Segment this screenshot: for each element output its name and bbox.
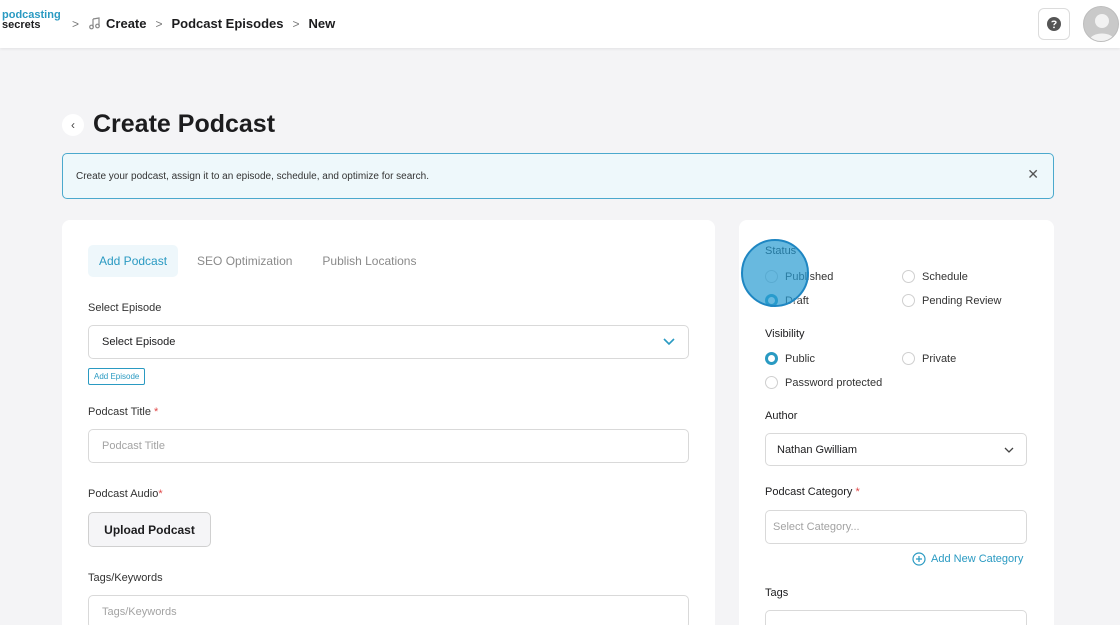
breadcrumb-podcast-episodes[interactable]: Podcast Episodes: [172, 16, 284, 31]
page-title: Create Podcast: [93, 110, 276, 138]
required-mark: *: [154, 406, 159, 418]
visibility-option-label: Password protected: [785, 376, 883, 389]
publish-settings-card: Status Published Schedule Draft Pending …: [739, 220, 1054, 625]
tags-keywords-label: Tags/Keywords: [88, 572, 163, 584]
radio-selected-icon: [765, 352, 778, 365]
required-mark: *: [855, 486, 860, 498]
radio-icon: [902, 352, 915, 365]
visibility-radio-private[interactable]: Private: [902, 352, 956, 365]
music-note-icon: [88, 17, 101, 30]
status-label: Status: [765, 245, 797, 257]
podcast-title-input[interactable]: Podcast Title: [88, 429, 689, 463]
tags-label: Tags: [765, 587, 789, 599]
visibility-label: Visibility: [765, 328, 805, 340]
chevron-right-icon: >: [72, 16, 80, 31]
close-icon[interactable]: ✕: [1027, 166, 1039, 183]
category-select-input[interactable]: Select Category...: [765, 510, 1027, 544]
tags-keywords-input[interactable]: Tags/Keywords: [88, 595, 689, 625]
logo[interactable]: podcasting secrets: [2, 10, 61, 31]
logo-line-2: secrets: [2, 19, 41, 31]
podcast-title-placeholder: Podcast Title: [102, 440, 165, 452]
status-option-label: Published: [785, 270, 834, 283]
podcast-audio-label-text: Podcast Audio: [88, 488, 159, 500]
select-episode-value: Select Episode: [102, 336, 176, 348]
author-value: Nathan Gwilliam: [777, 443, 858, 456]
podcast-category-label-text: Podcast Category: [765, 486, 853, 498]
question-circle-icon: [1047, 17, 1061, 31]
podcast-title-label: Podcast Title *: [88, 406, 158, 418]
author-label: Author: [765, 410, 798, 422]
breadcrumb-new: New: [308, 16, 336, 31]
breadcrumb-create[interactable]: Create: [106, 16, 146, 31]
status-radio-published[interactable]: Published: [765, 270, 833, 283]
podcast-audio-label: Podcast Audio*: [88, 488, 163, 500]
top-bar: podcasting secrets > Create > Podcast Ep…: [0, 0, 1120, 48]
tab-publish-locations[interactable]: Publish Locations: [311, 245, 427, 277]
author-select[interactable]: Nathan Gwilliam: [765, 433, 1027, 466]
radio-icon: [765, 270, 778, 283]
tab-add-podcast[interactable]: Add Podcast: [88, 245, 179, 277]
status-option-label: Schedule: [922, 270, 968, 283]
chevron-right-icon: >: [155, 16, 163, 31]
page-header: ‹ Create Podcast: [62, 110, 275, 139]
add-new-category-label: Add New Category: [931, 553, 1024, 565]
status-radio-schedule[interactable]: Schedule: [902, 270, 968, 283]
breadcrumb: > Create > Podcast Episodes > New: [72, 16, 335, 31]
user-avatar-icon[interactable]: [1083, 6, 1119, 42]
status-option-label: Draft: [785, 294, 809, 307]
add-episode-button[interactable]: Add Episode: [88, 368, 146, 385]
radio-icon: [902, 270, 915, 283]
visibility-option-label: Public: [785, 352, 815, 365]
chevron-right-icon: >: [292, 16, 300, 31]
radio-selected-icon: [765, 294, 778, 307]
required-mark: *: [158, 488, 163, 500]
status-radio-pending-review[interactable]: Pending Review: [902, 294, 1002, 307]
help-button[interactable]: [1038, 8, 1070, 40]
upload-podcast-button[interactable]: Upload Podcast: [88, 512, 211, 547]
podcast-title-label-text: Podcast Title: [88, 406, 151, 418]
status-radio-draft[interactable]: Draft: [765, 294, 809, 307]
tags-input[interactable]: [765, 610, 1027, 625]
chevron-down-icon: [1004, 447, 1014, 453]
select-episode-label: Select Episode: [88, 302, 162, 314]
select-episode-dropdown[interactable]: Select Episode: [88, 325, 689, 359]
chevron-down-icon: [663, 338, 675, 346]
tags-keywords-placeholder: Tags/Keywords: [102, 606, 177, 618]
podcast-category-label: Podcast Category *: [765, 486, 860, 498]
radio-icon: [765, 376, 778, 389]
visibility-option-label: Private: [922, 352, 957, 365]
back-button[interactable]: ‹: [62, 113, 84, 136]
tab-seo-optimization[interactable]: SEO Optimization: [186, 245, 303, 277]
form-tabs: Add Podcast SEO Optimization Publish Loc…: [88, 245, 435, 277]
plus-circle-icon: [912, 552, 926, 566]
add-new-category-button[interactable]: Add New Category: [912, 552, 1023, 566]
podcast-form-card: Add Podcast SEO Optimization Publish Loc…: [62, 220, 715, 625]
radio-icon: [902, 294, 915, 307]
visibility-radio-password-protected[interactable]: Password protected: [765, 376, 882, 389]
info-notice: Create your podcast, assign it to an epi…: [62, 153, 1054, 199]
status-option-label: Pending Review: [922, 294, 1002, 307]
visibility-radio-public[interactable]: Public: [765, 352, 815, 365]
notice-text: Create your podcast, assign it to an epi…: [76, 171, 429, 182]
chevron-left-icon: ‹: [71, 117, 75, 132]
category-placeholder: Select Category...: [773, 521, 860, 533]
